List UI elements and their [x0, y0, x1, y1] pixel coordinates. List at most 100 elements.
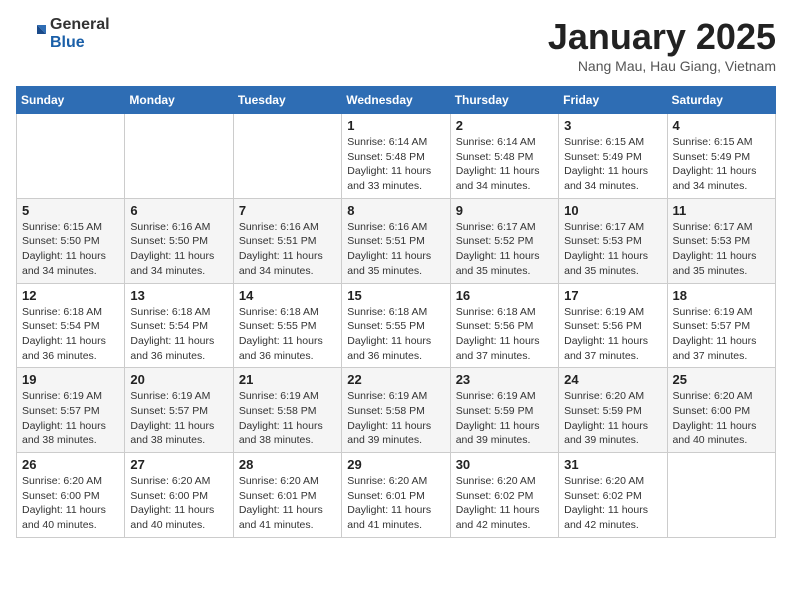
- weekday-header: Wednesday: [342, 87, 450, 114]
- day-number: 24: [564, 372, 661, 387]
- day-number: 20: [130, 372, 227, 387]
- calendar-cell: 28Sunrise: 6:20 AM Sunset: 6:01 PM Dayli…: [233, 453, 341, 538]
- day-number: 21: [239, 372, 336, 387]
- day-info: Sunrise: 6:19 AM Sunset: 5:58 PM Dayligh…: [347, 389, 444, 448]
- day-info: Sunrise: 6:20 AM Sunset: 6:02 PM Dayligh…: [564, 474, 661, 533]
- calendar-cell: 24Sunrise: 6:20 AM Sunset: 5:59 PM Dayli…: [559, 368, 667, 453]
- logo-text: General Blue: [50, 16, 110, 51]
- page-header: General Blue January 2025 Nang Mau, Hau …: [16, 16, 776, 74]
- day-info: Sunrise: 6:19 AM Sunset: 5:57 PM Dayligh…: [130, 389, 227, 448]
- calendar-cell: 27 Sunrise: 6:20 AM Sunset: 6:00 PM Dayli…: [125, 453, 233, 538]
- day-number: 14: [239, 288, 336, 303]
- calendar-cell: 18 Sunrise: 6:19 AM Sunset: 5:57 PM Dayli…: [667, 283, 775, 368]
- day-number: 22: [347, 372, 444, 387]
- day-number: 10: [564, 203, 661, 218]
- calendar-cell: 4 Sunrise: 6:15 AM Sunset: 5:49 PM Daylig…: [667, 114, 775, 199]
- weekday-header-row: SundayMondayTuesdayWednesdayThursdayFrid…: [17, 87, 776, 114]
- calendar-cell: 29Sunrise: 6:20 AM Sunset: 6:01 PM Dayli…: [342, 453, 450, 538]
- calendar-cell: 23 Sunrise: 6:19 AM Sunset: 5:59 PM Dayli…: [450, 368, 558, 453]
- day-info: Sunrise: 6:20 AM Sunset: 6:02 PM Dayligh…: [456, 474, 553, 533]
- calendar-cell: 25 Sunrise: 6:20 AM Sunset: 6:00 PM Dayli…: [667, 368, 775, 453]
- day-info: Sunrise: 6:15 AM Sunset: 5:50 PM Dayligh…: [22, 220, 119, 279]
- calendar-cell: 5 Sunrise: 6:15 AM Sunset: 5:50 PM Daylig…: [17, 198, 125, 283]
- weekday-header: Sunday: [17, 87, 125, 114]
- calendar-week-row: 19 Sunrise: 6:19 AM Sunset: 5:57 PM Dayli…: [17, 368, 776, 453]
- day-number: 7: [239, 203, 336, 218]
- day-number: 25: [673, 372, 770, 387]
- calendar-cell: 11Sunrise: 6:17 AM Sunset: 5:53 PM Dayli…: [667, 198, 775, 283]
- calendar-week-row: 1Sunrise: 6:14 AM Sunset: 5:48 PM Daylig…: [17, 114, 776, 199]
- day-info: Sunrise: 6:14 AM Sunset: 5:48 PM Dayligh…: [347, 135, 444, 194]
- day-info: Sunrise: 6:19 AM Sunset: 5:57 PM Dayligh…: [673, 305, 770, 364]
- day-info: Sunrise: 6:18 AM Sunset: 5:56 PM Dayligh…: [456, 305, 553, 364]
- calendar-cell: 10 Sunrise: 6:17 AM Sunset: 5:53 PM Dayli…: [559, 198, 667, 283]
- day-info: Sunrise: 6:17 AM Sunset: 5:53 PM Dayligh…: [564, 220, 661, 279]
- day-number: 26: [22, 457, 119, 472]
- calendar-cell: 16Sunrise: 6:18 AM Sunset: 5:56 PM Dayli…: [450, 283, 558, 368]
- day-info: Sunrise: 6:20 AM Sunset: 6:00 PM Dayligh…: [22, 474, 119, 533]
- logo-blue: Blue: [50, 34, 110, 52]
- day-info: Sunrise: 6:20 AM Sunset: 6:00 PM Dayligh…: [130, 474, 227, 533]
- location-subtitle: Nang Mau, Hau Giang, Vietnam: [548, 58, 776, 74]
- day-info: Sunrise: 6:19 AM Sunset: 5:59 PM Dayligh…: [456, 389, 553, 448]
- calendar-week-row: 12 Sunrise: 6:18 AM Sunset: 5:54 PM Dayli…: [17, 283, 776, 368]
- weekday-header: Thursday: [450, 87, 558, 114]
- day-number: 9: [456, 203, 553, 218]
- calendar-cell: 26 Sunrise: 6:20 AM Sunset: 6:00 PM Dayli…: [17, 453, 125, 538]
- day-number: 18: [673, 288, 770, 303]
- day-info: Sunrise: 6:16 AM Sunset: 5:50 PM Dayligh…: [130, 220, 227, 279]
- calendar-cell: 12 Sunrise: 6:18 AM Sunset: 5:54 PM Dayli…: [17, 283, 125, 368]
- calendar-cell: 9 Sunrise: 6:17 AM Sunset: 5:52 PM Daylig…: [450, 198, 558, 283]
- day-number: 15: [347, 288, 444, 303]
- day-info: Sunrise: 6:17 AM Sunset: 5:52 PM Dayligh…: [456, 220, 553, 279]
- weekday-header: Monday: [125, 87, 233, 114]
- day-info: Sunrise: 6:18 AM Sunset: 5:55 PM Dayligh…: [239, 305, 336, 364]
- day-info: Sunrise: 6:20 AM Sunset: 6:00 PM Dayligh…: [673, 389, 770, 448]
- day-number: 5: [22, 203, 119, 218]
- weekday-header: Saturday: [667, 87, 775, 114]
- calendar-cell: 15Sunrise: 6:18 AM Sunset: 5:55 PM Dayli…: [342, 283, 450, 368]
- calendar-cell: 6Sunrise: 6:16 AM Sunset: 5:50 PM Daylig…: [125, 198, 233, 283]
- calendar-cell: 22 Sunrise: 6:19 AM Sunset: 5:58 PM Dayli…: [342, 368, 450, 453]
- calendar-cell: 17Sunrise: 6:19 AM Sunset: 5:56 PM Dayli…: [559, 283, 667, 368]
- day-number: 8: [347, 203, 444, 218]
- day-info: Sunrise: 6:18 AM Sunset: 5:54 PM Dayligh…: [130, 305, 227, 364]
- day-info: Sunrise: 6:16 AM Sunset: 5:51 PM Dayligh…: [239, 220, 336, 279]
- calendar-cell: [125, 114, 233, 199]
- calendar-week-row: 26 Sunrise: 6:20 AM Sunset: 6:00 PM Dayli…: [17, 453, 776, 538]
- month-title: January 2025: [548, 16, 776, 58]
- day-number: 11: [673, 203, 770, 218]
- weekday-header: Tuesday: [233, 87, 341, 114]
- day-info: Sunrise: 6:19 AM Sunset: 5:58 PM Dayligh…: [239, 389, 336, 448]
- day-number: 19: [22, 372, 119, 387]
- calendar-cell: [17, 114, 125, 199]
- day-number: 23: [456, 372, 553, 387]
- calendar-cell: [667, 453, 775, 538]
- calendar-cell: 1Sunrise: 6:14 AM Sunset: 5:48 PM Daylig…: [342, 114, 450, 199]
- calendar-cell: 7 Sunrise: 6:16 AM Sunset: 5:51 PM Daylig…: [233, 198, 341, 283]
- day-number: 29: [347, 457, 444, 472]
- day-number: 27: [130, 457, 227, 472]
- day-number: 17: [564, 288, 661, 303]
- day-number: 12: [22, 288, 119, 303]
- day-number: 2: [456, 118, 553, 133]
- day-number: 30: [456, 457, 553, 472]
- calendar-cell: 21 Sunrise: 6:19 AM Sunset: 5:58 PM Dayli…: [233, 368, 341, 453]
- title-section: January 2025 Nang Mau, Hau Giang, Vietna…: [548, 16, 776, 74]
- day-info: Sunrise: 6:20 AM Sunset: 6:01 PM Dayligh…: [239, 474, 336, 533]
- logo: General Blue: [16, 16, 110, 51]
- day-info: Sunrise: 6:18 AM Sunset: 5:54 PM Dayligh…: [22, 305, 119, 364]
- day-info: Sunrise: 6:15 AM Sunset: 5:49 PM Dayligh…: [673, 135, 770, 194]
- day-info: Sunrise: 6:19 AM Sunset: 5:57 PM Dayligh…: [22, 389, 119, 448]
- day-info: Sunrise: 6:14 AM Sunset: 5:48 PM Dayligh…: [456, 135, 553, 194]
- calendar-table: SundayMondayTuesdayWednesdayThursdayFrid…: [16, 86, 776, 538]
- calendar-cell: [233, 114, 341, 199]
- day-info: Sunrise: 6:16 AM Sunset: 5:51 PM Dayligh…: [347, 220, 444, 279]
- calendar-cell: 31Sunrise: 6:20 AM Sunset: 6:02 PM Dayli…: [559, 453, 667, 538]
- day-number: 13: [130, 288, 227, 303]
- day-number: 4: [673, 118, 770, 133]
- day-info: Sunrise: 6:15 AM Sunset: 5:49 PM Dayligh…: [564, 135, 661, 194]
- logo-general: General: [50, 16, 110, 34]
- calendar-cell: 19 Sunrise: 6:19 AM Sunset: 5:57 PM Dayli…: [17, 368, 125, 453]
- calendar-cell: 8 Sunrise: 6:16 AM Sunset: 5:51 PM Daylig…: [342, 198, 450, 283]
